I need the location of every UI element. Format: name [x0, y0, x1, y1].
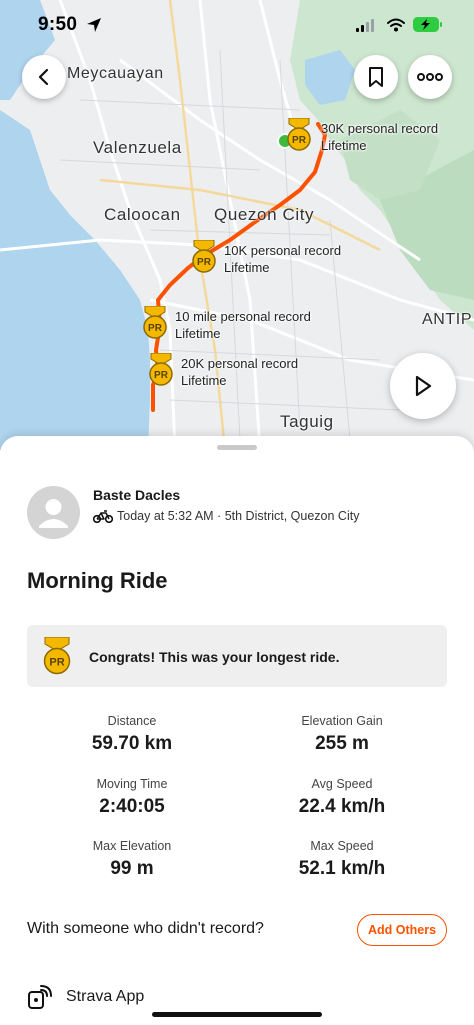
activity-title: Morning Ride: [27, 568, 168, 593]
cellular-signal-icon: [356, 19, 374, 32]
bookmark-icon: [369, 67, 383, 87]
pr-medal-icon[interactable]: PR: [284, 118, 314, 152]
sheet-drag-handle[interactable]: [217, 445, 257, 450]
pr-medal-icon[interactable]: PR: [146, 353, 176, 387]
bike-icon: [93, 509, 113, 523]
activity-sheet: Baste Dacles Today at 5:32 AM · 5th Dist…: [0, 436, 474, 1025]
pr-medal-icon: PR: [43, 637, 71, 675]
device-row[interactable]: Strava App: [27, 984, 144, 1010]
pr-label-30k: 30K personal record Lifetime: [321, 120, 438, 154]
stat-label: Distance: [107, 714, 157, 728]
play-icon: [415, 375, 432, 397]
activity-meta-text: Today at 5:32 AM · 5th District, Quezon …: [117, 509, 360, 523]
battery-charging-icon: [413, 17, 442, 32]
place-label-antipolo: ANTIP: [422, 311, 473, 328]
stat-value: 255 m: [315, 733, 369, 754]
stat-value: 59.70 km: [91, 733, 173, 754]
play-flyover-button[interactable]: [390, 353, 456, 419]
avatar[interactable]: [27, 486, 80, 539]
status-time: 9:50: [38, 14, 78, 35]
pr-subtitle: Lifetime: [181, 373, 227, 388]
back-button[interactable]: [22, 55, 66, 99]
achievement-banner[interactable]: PR Congrats! This was your longest ride.: [27, 625, 447, 687]
with-someone-prompt: With someone who didn't record?: [27, 920, 264, 937]
stat-label: Max Elevation: [92, 839, 172, 853]
stat-label: Moving Time: [96, 777, 168, 791]
stat-value: 22.4 km/h: [298, 796, 386, 817]
pr-badge-text: PR: [154, 370, 169, 381]
bookmark-button[interactable]: [354, 55, 398, 99]
pr-label-10k: 10K personal record Lifetime: [224, 242, 341, 276]
pr-label-20k: 20K personal record Lifetime: [181, 355, 298, 389]
pr-subtitle: Lifetime: [321, 138, 367, 153]
pr-badge-text: PR: [292, 135, 307, 146]
place-label-valenzuela: Valenzuela: [93, 138, 182, 157]
stat-max-speed: Max Speed 52.1 km/h: [242, 839, 442, 880]
place-label-taguig: Taguig: [280, 412, 334, 431]
stat-distance: Distance 59.70 km: [32, 714, 232, 755]
place-label-caloocan: Caloocan: [104, 205, 181, 224]
more-dots-icon: [417, 73, 443, 81]
wifi-icon: [387, 18, 405, 32]
pr-title: 20K personal record: [181, 356, 299, 371]
stat-value: 99 m: [110, 858, 154, 879]
pr-subtitle: Lifetime: [175, 326, 221, 341]
pr-title: 10K personal record: [224, 243, 342, 258]
pr-title: 10 mile personal record: [175, 309, 311, 324]
home-indicator: [152, 1012, 322, 1017]
stat-label: Max Speed: [310, 839, 374, 853]
more-options-button[interactable]: [408, 55, 452, 99]
pr-medal-icon[interactable]: PR: [189, 240, 219, 274]
person-icon: [39, 499, 68, 528]
place-label-quezon-city: Quezon City: [214, 205, 315, 224]
stat-label: Elevation Gain: [301, 714, 383, 728]
stat-value: 52.1 km/h: [298, 858, 386, 879]
stat-elevation-gain: Elevation Gain 255 m: [242, 714, 442, 755]
stat-avg-speed: Avg Speed 22.4 km/h: [242, 777, 442, 818]
athlete-name[interactable]: Baste Dacles: [93, 487, 180, 503]
achievement-text: Congrats! This was your longest ride.: [89, 649, 340, 665]
stat-value: 2:40:05: [99, 796, 165, 817]
activity-meta: Today at 5:32 AM · 5th District, Quezon …: [93, 509, 359, 523]
pr-title: 30K personal record: [321, 121, 439, 136]
watch-icon: [28, 985, 52, 1009]
status-bar: 9:50: [0, 0, 474, 54]
add-others-button[interactable]: Add Others: [357, 914, 447, 946]
pr-badge-text: PR: [148, 323, 163, 334]
location-arrow-icon: [87, 18, 101, 32]
stat-label: Avg Speed: [311, 777, 373, 791]
pr-label-10-mile: 10 mile personal record Lifetime: [175, 308, 311, 342]
place-label-meycauayan: Meycauayan: [67, 65, 164, 82]
route-map[interactable]: Meycauayan Valenzuela Caloocan Quezon Ci…: [0, 0, 474, 450]
device-label: Strava App: [66, 988, 145, 1005]
pr-badge-text: PR: [49, 657, 64, 669]
stat-moving-time: Moving Time 2:40:05: [32, 777, 232, 818]
stat-max-elevation: Max Elevation 99 m: [32, 839, 232, 880]
chevron-left-icon: [38, 68, 49, 86]
pr-medal-icon[interactable]: PR: [140, 306, 170, 340]
pr-subtitle: Lifetime: [224, 260, 270, 275]
pr-badge-text: PR: [197, 257, 212, 268]
